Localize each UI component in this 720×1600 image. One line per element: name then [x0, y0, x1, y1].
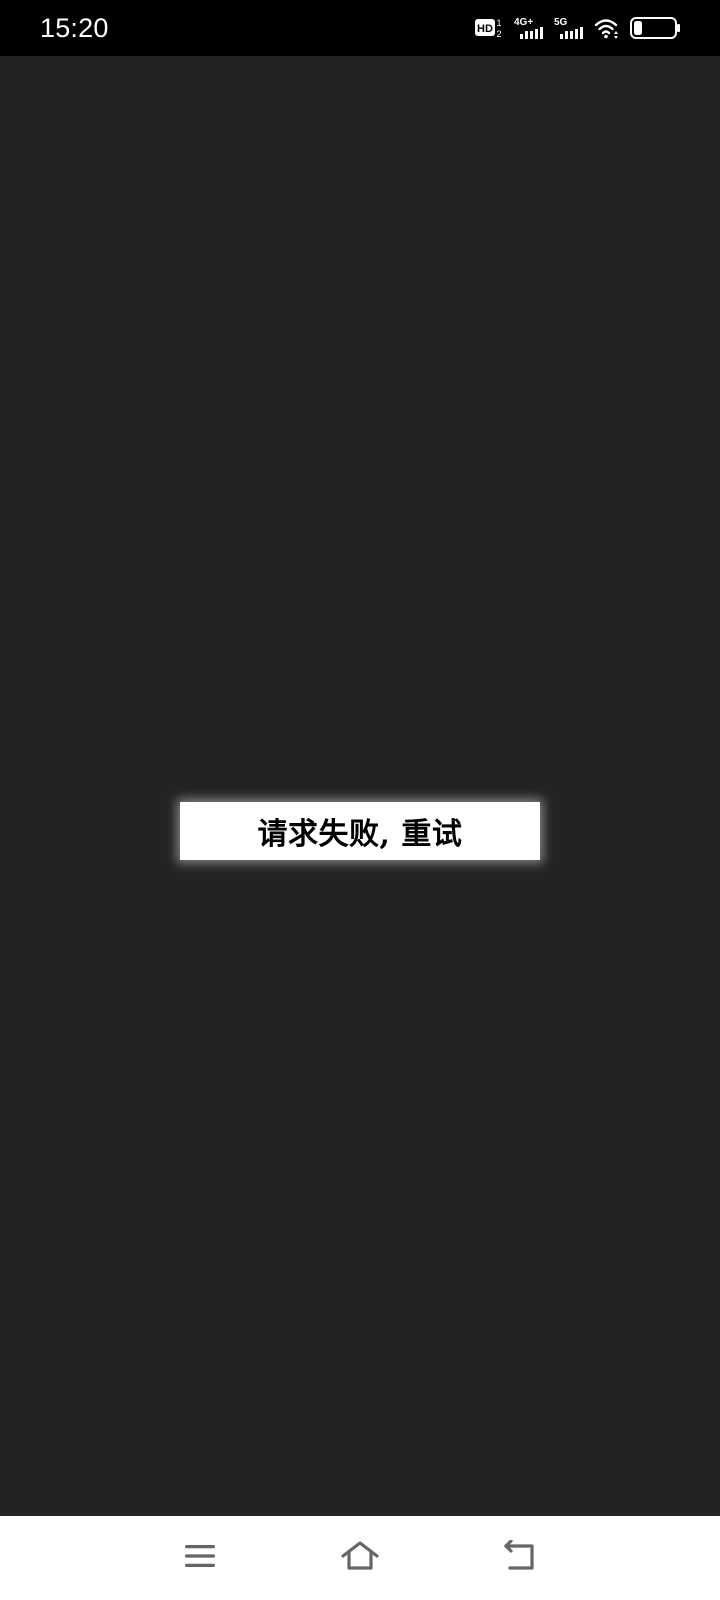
battery-icon	[630, 16, 682, 40]
back-icon	[502, 1539, 538, 1576]
hd-voice-icon: HD 1 2	[474, 16, 504, 40]
svg-text:5G: 5G	[554, 17, 568, 28]
signal-4g-plus-icon: 4G+	[514, 15, 544, 41]
svg-text:2: 2	[496, 29, 501, 39]
svg-text:1: 1	[496, 18, 501, 28]
back-button[interactable]	[492, 1532, 548, 1584]
status-bar: 15:20 HD 1 2 4G+ 5G	[0, 0, 720, 56]
signal-5g-icon: 5G	[554, 15, 584, 41]
home-icon	[340, 1539, 380, 1577]
navigation-bar	[0, 1516, 720, 1600]
svg-text:HD: HD	[477, 23, 493, 35]
svg-text:4G+: 4G+	[514, 17, 533, 28]
status-time: 15:20	[40, 13, 109, 43]
wifi-icon	[594, 16, 620, 40]
menu-button[interactable]	[172, 1532, 228, 1584]
status-icons: HD 1 2 4G+ 5G	[474, 14, 682, 42]
main-content: 请求失败, 重试	[0, 56, 720, 1516]
retry-label: 请求失败, 重试	[257, 817, 463, 852]
menu-icon	[183, 1541, 217, 1575]
retry-button[interactable]: 请求失败, 重试	[180, 802, 540, 860]
home-button[interactable]	[332, 1532, 388, 1584]
